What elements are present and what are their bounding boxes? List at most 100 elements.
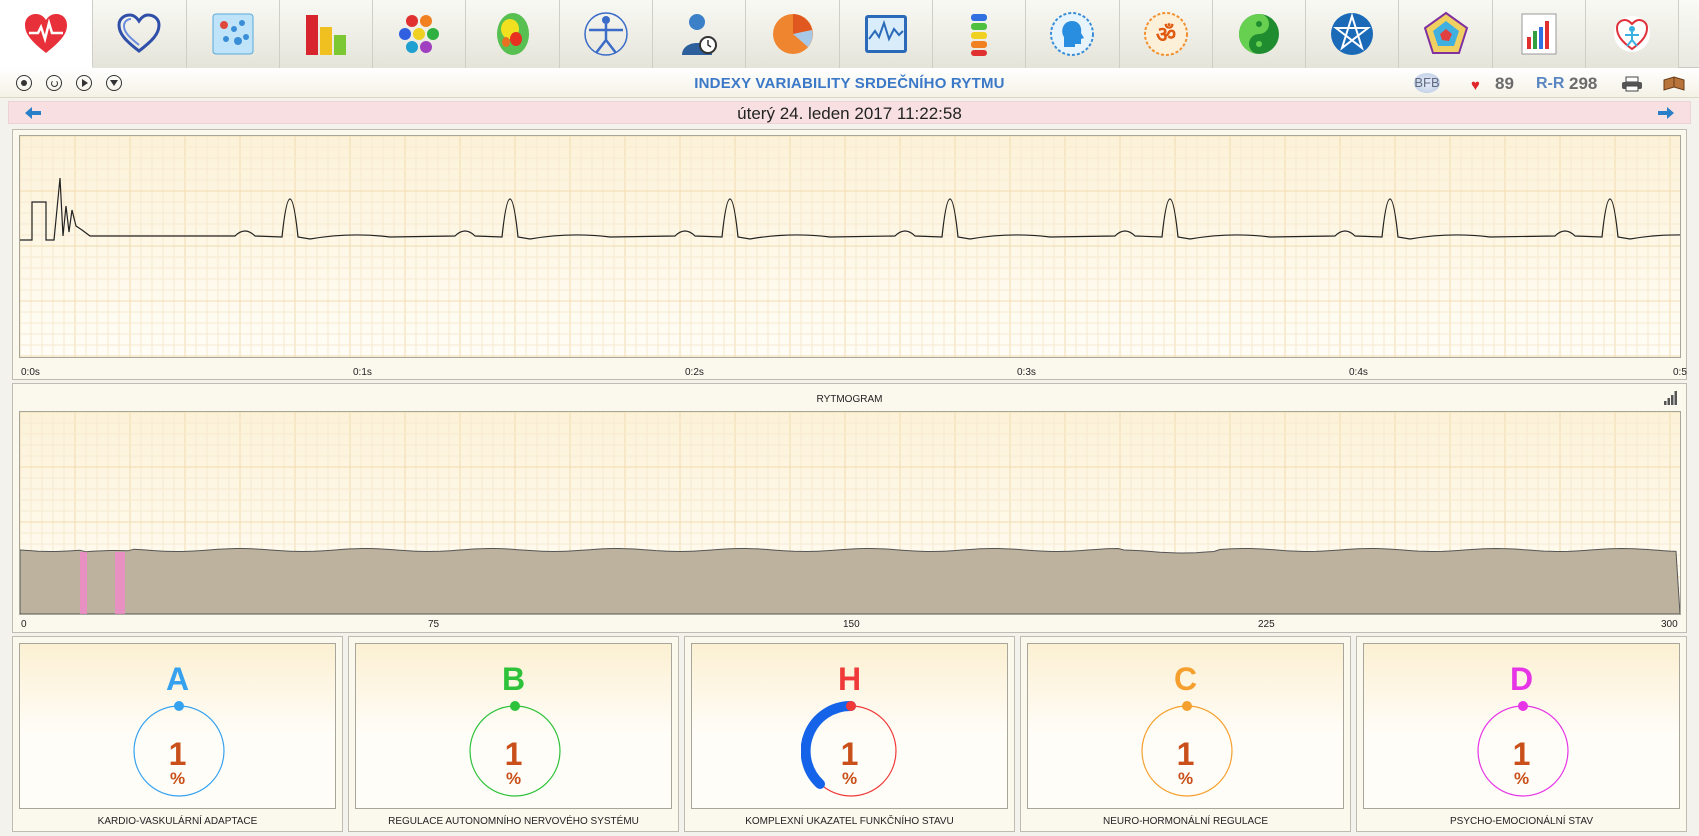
tab-bar-chart[interactable] [279, 0, 374, 68]
artifact-marker [80, 552, 87, 614]
tab-chakra-column[interactable] [932, 0, 1027, 68]
indicator-unit: % [505, 769, 522, 788]
session-date: úterý 24. leden 2017 11:22:58 [737, 104, 962, 123]
rytmogram-tick-label: 225 [1258, 619, 1275, 630]
heart-outline-icon [117, 13, 161, 53]
rytmogram-tick-label: 300 [1661, 619, 1678, 630]
indicator-gauge-area: D 1% [1363, 643, 1680, 809]
heart-figure-logo-icon [1614, 16, 1651, 52]
rytmogram-area [19, 547, 1681, 615]
indicator-gauge-area: B 1% [355, 643, 672, 809]
tab-report-chart[interactable] [1492, 0, 1587, 68]
indicator-label: KOMPLEXNÍ UKAZATEL FUNKČNÍHO STAVU [745, 816, 954, 827]
tab-pentagram[interactable] [1306, 0, 1400, 68]
tab-heart-figure-logo[interactable] [1586, 0, 1680, 68]
ecg-trace [20, 177, 1699, 241]
tab-bubble-grid[interactable] [186, 0, 280, 68]
tab-pentagon-radar[interactable] [1399, 0, 1493, 68]
rr-value: 298 [1569, 74, 1598, 93]
indicator-unit: % [1513, 769, 1530, 788]
indicator-b[interactable]: B 1% REGULACE AUTONOMNÍHO NERVOVÉHO SYSTÉM… [348, 636, 679, 832]
ecg-tick-label: 0:0s [21, 367, 40, 378]
tab-yin-yang[interactable] [1212, 0, 1307, 68]
tab-head-profile[interactable] [1026, 0, 1120, 68]
rr-label: R-R [1536, 75, 1565, 92]
ecg-tick-label: 0:3s [1017, 367, 1036, 378]
brain-heatmap-icon [496, 13, 529, 55]
indicator-letter: B [501, 661, 526, 697]
book-icon[interactable] [1662, 76, 1686, 92]
heart-ecg-icon [25, 13, 68, 53]
main-toolbar: ॐ [0, 0, 1699, 68]
indicator-letter: D [1509, 661, 1534, 697]
ecg-plot [19, 135, 1699, 358]
indicator-gauge-area: A 1% [19, 643, 336, 809]
indicator-letter: A [165, 661, 190, 697]
tab-om-symbol[interactable]: ॐ [1119, 0, 1213, 68]
indicator-value: 1 [840, 736, 859, 772]
indicator-value: 1 [504, 736, 523, 772]
indicator-d[interactable]: D 1% PSYCHO-EMOCIONÁLNÍ STAV [1356, 636, 1687, 832]
pentagon-radar-icon [1423, 11, 1468, 54]
ecg-tick-label: 0:1s [353, 367, 372, 378]
rytmogram-tick-label: 150 [843, 619, 860, 630]
tab-pie-chart[interactable] [746, 0, 840, 68]
indicator-letter: H [837, 661, 862, 697]
indicator-h[interactable]: H 1% KOMPLEXNÍ UKAZATEL FUNKČNÍHO STAVU [684, 636, 1015, 832]
bubble-grid-icon [212, 13, 254, 55]
artifact-marker [115, 552, 125, 614]
tab-vitruvian-man[interactable] [559, 0, 654, 68]
rytmogram-tick-label: 75 [428, 619, 440, 630]
indicator-value: 1 [1512, 736, 1531, 772]
indicator-label: PSYCHO-EMOCIONÁLNÍ STAV [1450, 816, 1593, 827]
indicator-value: 1 [1176, 736, 1195, 772]
pie-chart-icon [772, 14, 813, 54]
person-clock-icon [682, 14, 718, 55]
signal-bars-icon[interactable] [1664, 391, 1678, 405]
indicator-unit: % [841, 769, 858, 788]
dial-marker [1182, 701, 1192, 711]
ecg-waveform-chart [19, 135, 1699, 357]
ecg-tick-label: 0:4s [1349, 367, 1368, 378]
vitruvian-man-icon [584, 12, 628, 56]
rytmogram-tick-label: 0 [21, 619, 27, 630]
heart-icon: ♥ [1471, 77, 1480, 94]
indicator-gauge-area: H 1% [691, 643, 1008, 809]
indicator-label: KARDIO-VASKULÁRNÍ ADAPTACE [97, 816, 258, 827]
hexagon-cluster-icon [399, 15, 440, 53]
chakra-column-icon [971, 14, 988, 56]
indicator-gauge-area: C 1% [1027, 643, 1344, 809]
indicator-c[interactable]: C 1% NEURO-HORMONÁLNÍ REGULACE [1020, 636, 1351, 832]
rytmogram-chart [19, 411, 1681, 615]
indicator-label: NEURO-HORMONÁLNÍ REGULACE [1102, 816, 1269, 827]
dial-marker [510, 701, 520, 711]
printer-icon[interactable] [1620, 76, 1644, 92]
indicator-label: REGULACE AUTONOMNÍHO NERVOVÉHO SYSTÉMU [388, 816, 639, 827]
header-bar: INDEXY VARIABILITY SRDEČNÍHO RYTMU BFB ♥… [0, 68, 1699, 98]
indicator-letter: C [1173, 661, 1198, 697]
bar-chart-icon [306, 15, 347, 55]
yin-yang-icon [1239, 14, 1279, 54]
tab-hexagon-cluster[interactable] [373, 0, 467, 68]
tab-line-monitor[interactable] [839, 0, 933, 68]
indicator-unit: % [1177, 769, 1194, 788]
tab-person-clock[interactable] [653, 0, 747, 68]
dial-marker [1518, 701, 1528, 711]
dial-marker [846, 701, 856, 711]
ecg-tick-label: 0:5 [1673, 367, 1687, 378]
pentagram-icon [1331, 12, 1374, 55]
rytmogram-plot [19, 411, 1681, 615]
line-monitor-icon [864, 15, 907, 53]
bfb-button[interactable]: BFB [1414, 73, 1440, 93]
rytmogram-title: RYTMOGRAM [816, 394, 883, 405]
dial-marker [174, 701, 184, 711]
head-profile-icon [1050, 12, 1095, 56]
tab-heart-ecg[interactable] [0, 0, 94, 68]
ecg-tick-label: 0:2s [685, 367, 704, 378]
next-arrow-icon[interactable] [1658, 107, 1674, 119]
tab-heart-outline[interactable] [93, 0, 187, 68]
svg-text:ॐ: ॐ [1156, 23, 1176, 48]
page-title: INDEXY VARIABILITY SRDEČNÍHO RYTMU [694, 75, 1005, 92]
tab-brain-heatmap[interactable] [466, 0, 560, 68]
indicator-a[interactable]: A 1% KARDIO-VASKULÁRNÍ ADAPTACE [12, 636, 343, 832]
